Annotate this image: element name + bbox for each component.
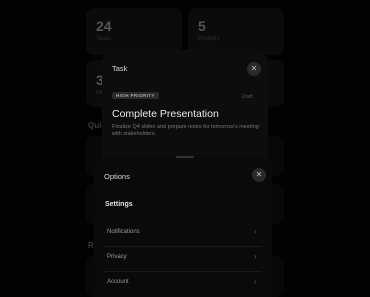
- chevron-right-icon: ›: [254, 252, 257, 261]
- option-label: Privacy: [107, 254, 127, 260]
- status-label: Draft: [242, 94, 253, 100]
- option-row-privacy[interactable]: Privacy ›: [94, 248, 272, 270]
- option-label: Notifications: [107, 229, 140, 235]
- chevron-right-icon: ›: [254, 277, 257, 286]
- priority-badge: HIGH PRIORITY: [112, 92, 159, 99]
- divider: [104, 271, 262, 272]
- settings-section-heading: Settings: [105, 201, 133, 208]
- task-sheet-title: Task: [112, 64, 128, 73]
- close-icon[interactable]: ✕: [252, 168, 266, 182]
- option-label: Account: [107, 279, 129, 285]
- option-row-account[interactable]: Account ›: [94, 273, 272, 295]
- chevron-right-icon: ›: [254, 227, 257, 236]
- options-sheet: Options ✕ Settings Notifications › Priva…: [94, 158, 272, 297]
- close-icon[interactable]: ✕: [247, 62, 261, 76]
- divider: [104, 246, 262, 247]
- task-description: Finalize Q4 slides and prepare notes for…: [112, 124, 259, 137]
- option-row-notifications[interactable]: Notifications ›: [94, 223, 272, 245]
- task-sheet: Task ✕ HIGH PRIORITY Draft Complete Pres…: [102, 50, 268, 170]
- task-heading: Complete Presentation: [112, 108, 219, 120]
- options-sheet-title: Options: [104, 172, 130, 181]
